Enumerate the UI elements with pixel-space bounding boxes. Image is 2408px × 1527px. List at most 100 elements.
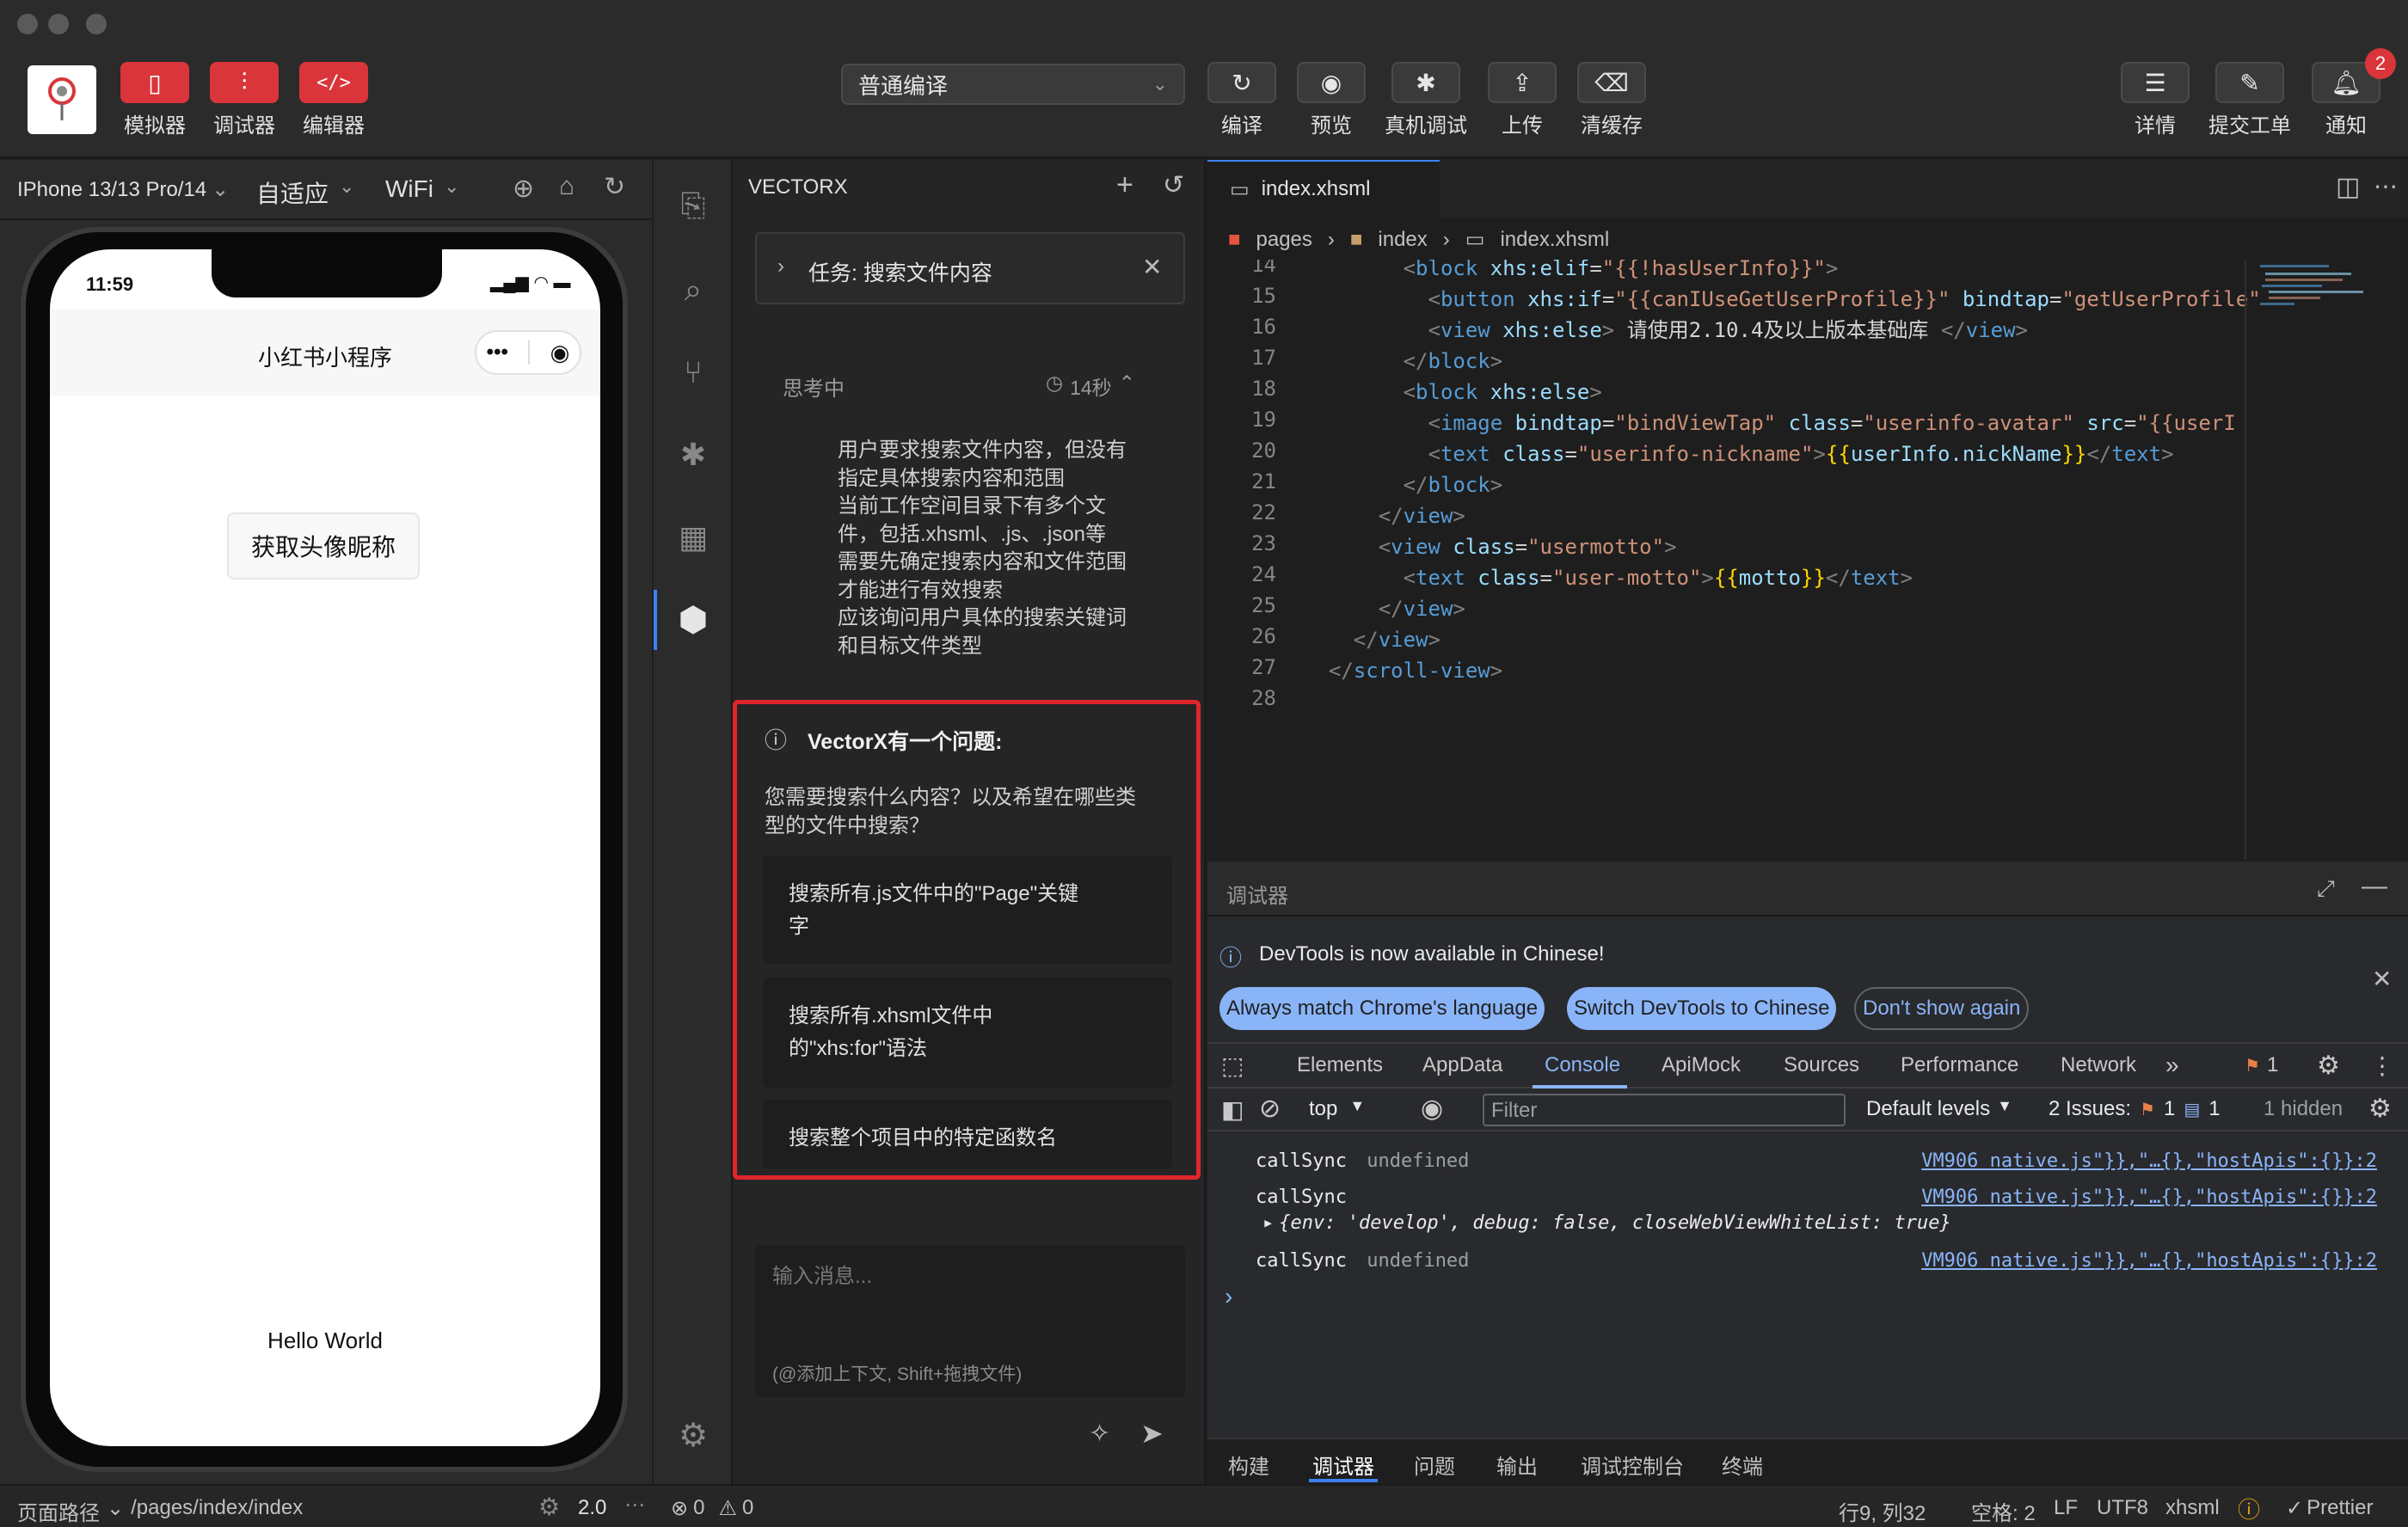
tab-console[interactable]: Console (1545, 1044, 1620, 1087)
tab-appdata[interactable]: AppData (1422, 1044, 1502, 1087)
minimize-window-button[interactable] (48, 14, 69, 34)
home-icon[interactable]: ⌂ (559, 172, 574, 201)
minimize-icon[interactable]: — (2362, 872, 2387, 901)
tab-network[interactable]: Network (2061, 1044, 2136, 1087)
close-window-button[interactable] (17, 14, 38, 34)
context-select[interactable]: top ▼ (1309, 1097, 1365, 1121)
language-mode[interactable]: xhsml (2165, 1496, 2220, 1520)
console-filter-input[interactable]: Filter (1483, 1094, 1846, 1126)
debug-icon[interactable]: ✱ (654, 425, 733, 485)
log-levels-select[interactable]: Default levels ▼ (1866, 1097, 2012, 1121)
network-select[interactable]: WiFi ⌄ (385, 175, 459, 203)
clear-console-icon[interactable]: ⊘ (1259, 1094, 1281, 1124)
compile-button[interactable]: ↻ (1207, 62, 1276, 103)
panel-tab-debugger[interactable]: 调试器 (1312, 1450, 1374, 1480)
tab-index-xhsml[interactable]: ▭ index.xhsml (1207, 160, 1440, 217)
cursor-position[interactable]: 行9, 列32 (1839, 1496, 1926, 1526)
preview-button[interactable]: ◉ (1297, 62, 1366, 103)
switch-chinese-button[interactable]: Switch DevTools to Chinese (1567, 987, 1837, 1030)
panel-tab-build[interactable]: 构建 (1228, 1450, 1269, 1480)
details-button[interactable]: ☰ (2121, 62, 2190, 103)
problems-summary[interactable]: ⊗ 0 ⚠ 0 (671, 1496, 753, 1521)
log-source-link[interactable]: VM906 native.js"}},"…{},"hostApis":{}}:2 (1895, 1150, 2377, 1172)
compile-mode-select[interactable]: 普通编译 ⌄ (841, 64, 1185, 105)
capsule-menu[interactable]: ••• ◉ (475, 330, 581, 375)
tab-performance[interactable]: Performance (1901, 1044, 2018, 1087)
panel-tab-problems[interactable]: 问题 (1414, 1450, 1455, 1480)
thinking-timer[interactable]: ◷ 14秒 ⌃ (1046, 371, 1135, 401)
log-source-link[interactable]: VM906 native.js"}},"…{},"hostApis":{}}:2 (1895, 1187, 2377, 1208)
alert-icon[interactable]: ⓘ (2238, 1493, 2260, 1524)
message-input[interactable]: 输入消息... (@添加上下文, Shift+拖拽文件) (755, 1245, 1185, 1398)
settings-icon[interactable]: ⚙ (654, 1405, 733, 1465)
send-icon[interactable]: ➤ (1140, 1417, 1164, 1450)
option-xhsml-for[interactable]: 搜索所有.xhsml文件中 的"xhs:for"语法 (763, 978, 1172, 1088)
code-editor[interactable]: 14 15 16 17 18 19 20 21 22 23 24 25 26 2… (1207, 260, 2408, 860)
source-control-icon[interactable]: ⑂ (654, 342, 733, 402)
app-logo[interactable] (28, 65, 96, 134)
submit-ticket-button[interactable]: ✎ (2215, 62, 2284, 103)
breadcrumb-item[interactable]: pages (1256, 228, 1312, 252)
indentation[interactable]: 空格: 2 (1971, 1496, 2036, 1526)
inspect-element-icon[interactable]: ⬚ (1221, 1044, 1244, 1087)
panel-tab-output[interactable]: 输出 (1496, 1450, 1538, 1480)
files-icon[interactable]: ⎘ (654, 175, 733, 236)
dont-show-again-button[interactable]: Don't show again (1854, 987, 2030, 1030)
history-icon[interactable]: ↺ (1163, 170, 1184, 200)
extensions-icon[interactable]: ▦ (654, 507, 733, 567)
panel-tab-terminal[interactable]: 终端 (1722, 1450, 1763, 1480)
scale-select[interactable]: 自适应 ⌄ (256, 175, 354, 210)
close-banner-icon[interactable]: ✕ (2372, 965, 2392, 993)
editor-button[interactable]: </> (299, 62, 368, 103)
end-of-line[interactable]: LF (2054, 1496, 2078, 1520)
tab-apimock[interactable]: ApiMock (1662, 1044, 1741, 1087)
option-function-name[interactable]: 搜索整个项目中的特定函数名 (763, 1100, 1172, 1168)
log-source-link[interactable]: VM906 native.js"}},"…{},"hostApis":{}}:2 (1895, 1250, 2377, 1272)
tab-sources[interactable]: Sources (1784, 1044, 1859, 1087)
more-actions-icon[interactable]: ⋯ (2374, 172, 2398, 200)
panel-tab-debug-console[interactable]: 调试控制台 (1581, 1450, 1684, 1480)
encoding[interactable]: UTF8 (2097, 1496, 2148, 1520)
split-editor-icon[interactable]: ◫ (2336, 172, 2360, 202)
vectorx-icon[interactable]: ⬢ (654, 590, 733, 650)
clear-cache-button[interactable]: ⌫ (1577, 62, 1646, 103)
issues-counter[interactable]: 2 Issues: ⚑ 1 ▤ 1 (2049, 1097, 2221, 1121)
breadcrumb-item[interactable]: index (1378, 228, 1427, 252)
refresh-icon[interactable]: ↻ (604, 172, 625, 202)
get-profile-button[interactable]: 获取头像昵称 (227, 512, 420, 580)
debugger-button[interactable]: ⫶ (210, 62, 279, 103)
simulator-button[interactable]: ▯ (120, 62, 189, 103)
search-icon[interactable]: ⌕ (654, 260, 733, 320)
more-icon[interactable]: ••• (487, 340, 508, 365)
device-select[interactable]: IPhone 13/13 Pro/14 ⌄ (17, 177, 229, 202)
tab-elements[interactable]: Elements (1297, 1044, 1383, 1087)
task-card[interactable]: › 任务: 搜索文件内容 ✕ (755, 232, 1185, 304)
maximize-window-button[interactable] (86, 14, 107, 34)
target-icon[interactable]: ⊕ (513, 174, 534, 204)
settings-icon[interactable]: ⚙ (2317, 1044, 2340, 1087)
record-icon[interactable]: ◉ (550, 340, 570, 366)
sidebar-toggle-icon[interactable]: ◧ (1221, 1095, 1244, 1124)
expand-triangle-icon[interactable]: ▸ (1262, 1212, 1274, 1234)
close-icon[interactable]: ✕ (1142, 253, 1162, 281)
base-lib-version[interactable]: 2.0 (578, 1496, 606, 1520)
more-vert-icon[interactable]: ⋮ (2370, 1044, 2394, 1087)
console-prompt-icon[interactable]: › (1225, 1283, 1232, 1310)
minimap[interactable] (2250, 260, 2379, 346)
warning-icon[interactable]: ⚑ (2245, 1044, 2260, 1087)
device-debug-button[interactable]: ✱ (1391, 62, 1460, 103)
prettier-status[interactable]: ✓ Prettier (2286, 1496, 2373, 1521)
sparkle-icon[interactable]: ✧ (1089, 1419, 1110, 1449)
upload-button[interactable]: ⇪ (1488, 62, 1557, 103)
match-language-button[interactable]: Always match Chrome's language (1219, 987, 1545, 1030)
expand-icon[interactable]: ⤢ (2317, 875, 2335, 903)
breadcrumb-item[interactable]: index.xhsml (1500, 228, 1609, 252)
option-js-page[interactable]: 搜索所有.js文件中的"Page"关键 字 (763, 855, 1172, 964)
more-tabs-icon[interactable]: » (2165, 1044, 2179, 1087)
add-icon[interactable]: + (1116, 169, 1133, 202)
console-settings-icon[interactable]: ⚙ (2368, 1094, 2392, 1124)
object-preview-row[interactable]: ▸ {env: 'develop', debug: false, closeWeb… (1262, 1212, 1951, 1234)
eye-icon[interactable]: ◉ (1421, 1094, 1443, 1124)
page-path[interactable]: 页面路径 ⌄ /pages/index/index (17, 1496, 303, 1526)
gear-icon[interactable]: ⚙ (538, 1493, 560, 1521)
